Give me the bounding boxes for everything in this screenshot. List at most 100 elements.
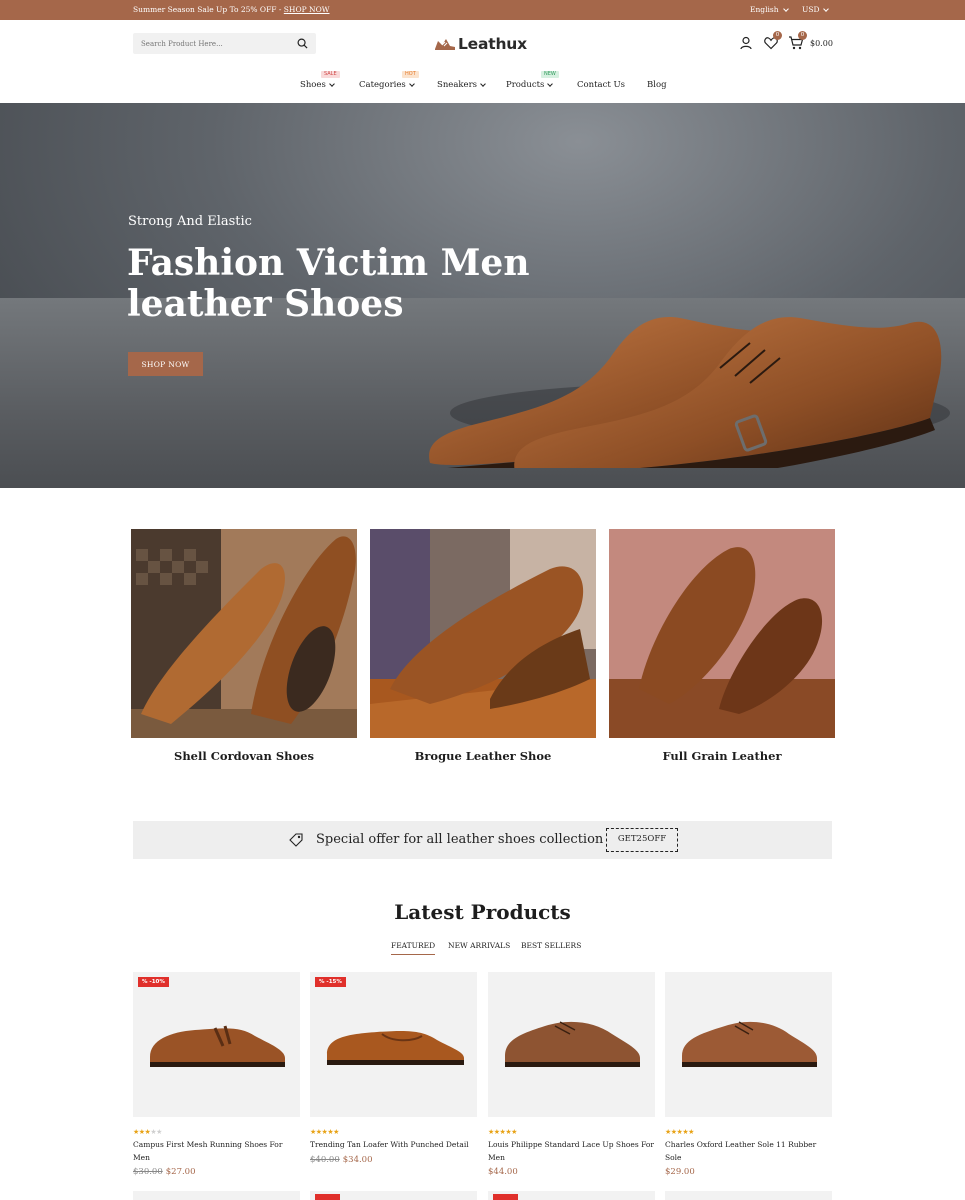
logo-text: Leathux (458, 35, 527, 53)
hero-title: Fashion Victim Men leather Shoes (127, 242, 530, 325)
category-image[interactable] (370, 529, 596, 738)
sale-badge: SALE (321, 71, 340, 78)
price-tag-icon (289, 833, 303, 847)
promo-text: Summer Season Sale Up To 25% OFF - (133, 5, 284, 14)
site-logo[interactable]: Leathux (434, 35, 527, 53)
product-name[interactable]: Charles Oxford Leather Sole 11 Rubber So… (665, 1139, 832, 1164)
product-card-partial[interactable] (133, 1191, 300, 1200)
product-name[interactable]: Louis Philippe Standard Lace Up Shoes Fo… (488, 1139, 655, 1164)
current-price: $34.00 (342, 1154, 373, 1165)
announcement-bar: Summer Season Sale Up To 25% OFF - SHOP … (0, 0, 965, 20)
product-price: $40.00 $34.00 (310, 1155, 477, 1165)
nav-item-contact-us[interactable]: Contact Us (577, 80, 625, 90)
nav-label: Shoes (300, 80, 326, 90)
category-card[interactable]: Brogue Leather Shoe (370, 529, 596, 763)
cordovan-shoes-image (131, 529, 357, 738)
cart-button[interactable]: 0 (788, 31, 807, 51)
tab-featured[interactable]: FEATURED (391, 941, 436, 955)
product-price: $29.00 (665, 1167, 832, 1177)
wishlist-count-badge: 0 (773, 31, 782, 40)
full-grain-loafer-image (609, 529, 835, 738)
search-input[interactable] (141, 37, 291, 50)
wishlist-button[interactable]: 0 (763, 31, 782, 51)
user-account-icon[interactable] (738, 35, 754, 51)
hero-shop-now-button[interactable]: SHOP NOW (128, 352, 203, 376)
discount-badge (493, 1194, 518, 1200)
cart-count-badge: 0 (798, 31, 807, 40)
nav-item-shoes[interactable]: SALE Shoes (300, 71, 340, 90)
product-card-partial[interactable] (665, 1191, 832, 1200)
hero-banner: Strong And Elastic Fashion Victim Men le… (0, 103, 965, 488)
category-card[interactable]: Shell Cordovan Shoes (131, 529, 357, 763)
tan-loafer-image (327, 1030, 464, 1065)
nav-item-blog[interactable]: Blog (647, 80, 667, 90)
new-badge: NEW (541, 71, 559, 78)
nav-label: Blog (647, 80, 667, 90)
product-card[interactable]: ★★★★★ Louis Philippe Standard Lace Up Sh… (488, 972, 655, 1177)
nav-label: Contact Us (577, 80, 625, 90)
chevron-down-icon (547, 81, 554, 87)
category-image[interactable] (609, 529, 835, 738)
product-image[interactable]: % -10% (133, 972, 300, 1117)
product-image[interactable]: % -15% (310, 972, 477, 1117)
hot-badge: HOT (402, 71, 419, 78)
search-box (133, 33, 316, 54)
category-card[interactable]: Full Grain Leather (609, 529, 835, 763)
product-card[interactable]: ★★★★★ Charles Oxford Leather Sole 11 Rub… (665, 972, 832, 1177)
language-label: English (750, 5, 779, 14)
category-image[interactable] (131, 529, 357, 738)
product-card[interactable]: % -10% ★★★★★ Campus First Mesh Running S… (133, 972, 300, 1177)
product-name[interactable]: Campus First Mesh Running Shoes For Men (133, 1139, 300, 1164)
current-price: $29.00 (665, 1167, 695, 1177)
product-price: $30.00 $27.00 (133, 1167, 300, 1177)
old-price: $30.00 (133, 1167, 163, 1177)
product-tabs: FEATURED NEW ARRIVALS BEST SELLERS (0, 941, 965, 955)
chevron-down-icon (408, 81, 415, 87)
lace-up-shoe-image (505, 1021, 640, 1067)
coupon-code[interactable]: GET25OFF (606, 828, 678, 852)
offer-text: Special offer for all leather shoes coll… (316, 832, 604, 847)
nav-item-sneakers[interactable]: Sneakers (437, 80, 486, 90)
nav-label: Products (506, 80, 545, 90)
discount-badge (315, 1194, 340, 1200)
rating-stars: ★★★★★ (310, 1128, 339, 1136)
category-label[interactable]: Shell Cordovan Shoes (131, 749, 357, 763)
main-navigation: SALE Shoes HOT Categories Sneakers NEW P… (0, 71, 965, 94)
product-image[interactable] (665, 972, 832, 1117)
nav-item-products[interactable]: NEW Products (506, 71, 559, 90)
search-icon[interactable] (297, 38, 308, 49)
product-card-partial[interactable] (310, 1191, 477, 1200)
shoe-logo-icon (435, 39, 455, 50)
nav-label: Categories (359, 80, 406, 90)
currency-label: USD (802, 5, 820, 14)
promo-shop-now-link[interactable]: SHOP NOW (284, 5, 330, 14)
discount-badge: % -15% (315, 977, 346, 987)
product-card[interactable]: % -15% ★★★★★ Trending Tan Loafer With Pu… (310, 972, 477, 1165)
tab-new-arrivals[interactable]: NEW ARRIVALS (448, 941, 510, 954)
rating-stars: ★★★★★ (133, 1128, 162, 1136)
product-card-partial[interactable] (488, 1191, 655, 1200)
chevron-down-icon (823, 5, 830, 12)
brogue-shoe-image (370, 529, 596, 738)
hero-subtitle: Strong And Elastic (128, 214, 252, 229)
category-label[interactable]: Full Grain Leather (609, 749, 835, 763)
category-label[interactable]: Brogue Leather Shoe (370, 749, 596, 763)
latest-products-title: Latest Products (394, 900, 571, 924)
chevron-down-icon (782, 5, 789, 12)
discount-badge: % -10% (138, 977, 169, 987)
tab-best-sellers[interactable]: BEST SELLERS (521, 941, 581, 954)
product-name[interactable]: Trending Tan Loafer With Punched Detail (310, 1139, 477, 1152)
header-actions: 0 0 $0.00 (738, 31, 833, 51)
language-selector[interactable]: English (750, 5, 789, 14)
current-price: $44.00 (488, 1167, 518, 1177)
cart-total[interactable]: $0.00 (810, 39, 833, 48)
current-price: $27.00 (165, 1167, 196, 1177)
tassel-loafer-image (150, 1025, 285, 1067)
chevron-down-icon (328, 81, 335, 87)
oxford-shoe-image (682, 1021, 817, 1067)
nav-item-categories[interactable]: HOT Categories (359, 71, 419, 90)
product-image[interactable] (488, 972, 655, 1117)
promo-message: Summer Season Sale Up To 25% OFF - SHOP … (133, 5, 329, 14)
rating-stars: ★★★★★ (665, 1128, 694, 1136)
currency-selector[interactable]: USD (802, 5, 830, 14)
